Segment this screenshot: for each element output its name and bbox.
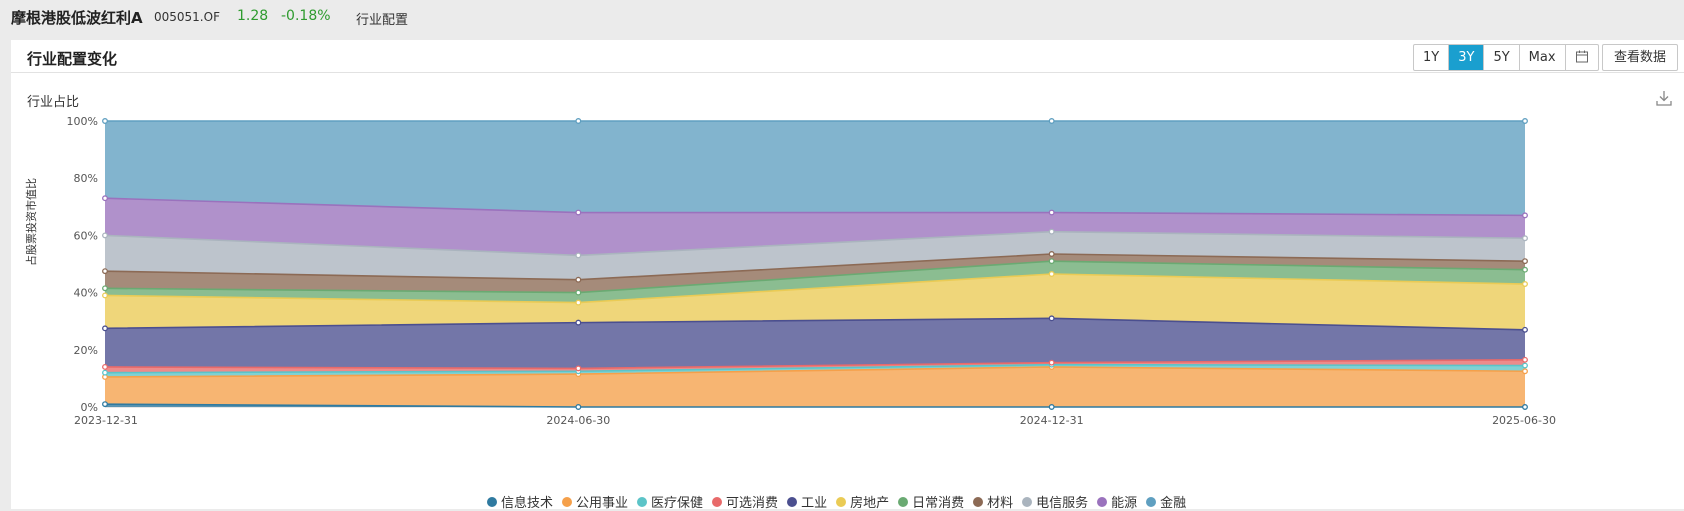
point-金融[interactable]: [1522, 118, 1528, 124]
industry-allocation-panel: 行业配置变化 1Y 3Y 5Y Max 查看数据 行业占比 占股票投资市值比 0…: [11, 40, 1684, 511]
legend-label: 医疗保健: [651, 496, 704, 511]
legend-dot: [1146, 496, 1157, 507]
point-信息技术[interactable]: [575, 404, 582, 410]
point-工业[interactable]: [102, 325, 108, 332]
point-可选消费[interactable]: [1048, 359, 1055, 366]
point-材料[interactable]: [102, 268, 108, 275]
point-金融[interactable]: [102, 118, 108, 124]
x-tick-label: 2024-06-30: [546, 414, 610, 427]
tab-industry-allocation[interactable]: 行业配置: [356, 9, 408, 28]
legend-dot: [487, 496, 497, 507]
legend-dot: [712, 496, 723, 507]
legend-dot: [637, 496, 648, 507]
point-能源[interactable]: [1048, 209, 1055, 216]
legend-label: 金融: [1160, 496, 1187, 511]
point-工业[interactable]: [1048, 315, 1055, 322]
point-材料[interactable]: [1048, 251, 1055, 257]
legend-item[interactable]: 金融: [1146, 492, 1186, 511]
point-信息技术[interactable]: [1522, 404, 1528, 410]
legend-label: 公用事业: [576, 496, 629, 511]
legend-label: 工业: [801, 496, 828, 511]
point-电信服务[interactable]: [1048, 228, 1055, 235]
legend-label: 信息技术: [501, 496, 554, 511]
point-日常消费[interactable]: [102, 285, 108, 292]
y-tick-label: 80%: [74, 172, 98, 185]
point-日常消费[interactable]: [1048, 258, 1055, 265]
point-房地产[interactable]: [575, 299, 582, 306]
legend-item[interactable]: 材料: [973, 492, 1013, 511]
fund-change: -0.18%: [281, 8, 331, 24]
point-可选消费[interactable]: [1522, 356, 1528, 363]
point-信息技术[interactable]: [102, 401, 108, 408]
point-电信服务[interactable]: [102, 232, 108, 239]
legend-item[interactable]: 信息技术: [487, 492, 553, 511]
x-tick-label: 2025-06-30: [1492, 414, 1556, 427]
legend-item[interactable]: 医疗保健: [637, 492, 703, 511]
point-日常消费[interactable]: [575, 289, 582, 296]
point-工业[interactable]: [575, 319, 582, 326]
legend-label: 房地产: [850, 496, 890, 511]
legend-dot: [836, 496, 847, 507]
legend-item[interactable]: 公用事业: [562, 492, 628, 511]
fund-code: 005051.OF: [154, 10, 220, 24]
point-材料[interactable]: [575, 276, 582, 283]
y-tick-label: 100%: [67, 115, 98, 128]
fund-header: 摩根港股低波红利A 005051.OF 1.28 -0.18% 行业配置: [0, 0, 1684, 36]
point-能源[interactable]: [575, 209, 582, 216]
legend-label: 能源: [1111, 496, 1138, 511]
legend-item[interactable]: 能源: [1097, 492, 1137, 511]
y-tick-label: 0%: [81, 401, 98, 414]
point-材料[interactable]: [1522, 258, 1528, 265]
point-电信服务[interactable]: [1522, 235, 1528, 242]
y-tick-label: 20%: [74, 344, 98, 357]
point-医疗保健[interactable]: [102, 369, 108, 376]
legend-label: 可选消费: [726, 496, 779, 511]
point-房地产[interactable]: [1048, 271, 1055, 277]
x-tick-label: 2023-12-31: [74, 414, 138, 427]
y-tick-label: 40%: [74, 287, 98, 300]
legend-dot: [562, 496, 573, 507]
point-能源[interactable]: [102, 195, 108, 202]
stacked-area-chart: 0% 20% 40% 60% 80% 100% 2023-12-31 2024-06-30 20…: [67, 115, 1556, 427]
legend-dot: [973, 496, 984, 507]
point-房地产[interactable]: [1522, 281, 1528, 287]
point-房地产[interactable]: [102, 292, 108, 299]
fund-price: 1.28: [237, 8, 269, 24]
legend-dot: [1097, 496, 1108, 507]
point-日常消费[interactable]: [1522, 266, 1528, 273]
legend-item[interactable]: 日常消费: [898, 492, 964, 511]
point-金融[interactable]: [1048, 118, 1055, 124]
point-可选消费[interactable]: [575, 365, 582, 372]
legend-label: 电信服务: [1036, 496, 1089, 511]
point-金融[interactable]: [575, 118, 582, 124]
legend-item[interactable]: 工业: [787, 492, 827, 511]
legend-item[interactable]: 房地产: [836, 492, 889, 511]
legend-item[interactable]: 可选消费: [712, 492, 778, 511]
point-工业[interactable]: [1522, 326, 1528, 333]
point-医疗保健[interactable]: [1522, 362, 1528, 369]
point-可选消费[interactable]: [102, 364, 108, 370]
legend-dot: [1022, 496, 1033, 507]
point-公用事业[interactable]: [1522, 368, 1528, 375]
legend-dot: [787, 496, 798, 507]
legend-label: 材料: [987, 496, 1014, 511]
legend-item[interactable]: 电信服务: [1022, 492, 1088, 511]
point-信息技术[interactable]: [1048, 404, 1055, 410]
chart-legend: 信息技术 公用事业 医疗保健 可选消费 工业 房地产 日常消费 材料 电信服务 能源 金融: [487, 492, 1195, 511]
point-电信服务[interactable]: [575, 252, 582, 259]
point-能源[interactable]: [1522, 212, 1528, 219]
x-tick-label: 2024-12-31: [1020, 414, 1084, 427]
y-tick-label: 60%: [74, 229, 98, 242]
fund-name: 摩根港股低波红利A: [11, 9, 143, 27]
area-金融[interactable]: [105, 121, 1525, 216]
legend-label: 日常消费: [912, 496, 965, 511]
legend-dot: [898, 496, 909, 507]
